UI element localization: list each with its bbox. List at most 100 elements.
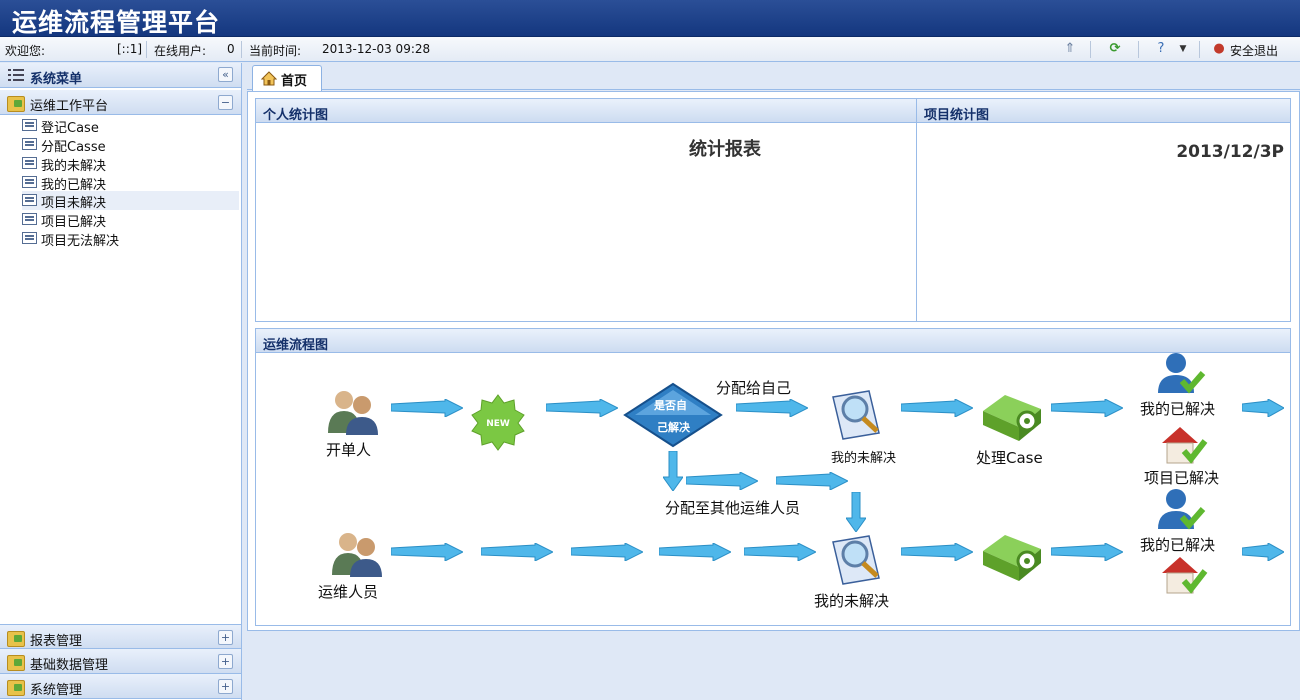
sidebar-group-label: 报表管理 bbox=[30, 634, 83, 649]
footer-area bbox=[247, 631, 1300, 700]
flow-arrow-icon bbox=[1051, 399, 1123, 417]
new-badge-icon: NEW bbox=[471, 394, 525, 451]
divider bbox=[146, 41, 147, 58]
app-title: 运维流程管理平台 bbox=[12, 8, 221, 37]
panel-header: 运维流程图 bbox=[256, 329, 1290, 353]
flow-arrow-down-icon bbox=[846, 492, 866, 532]
sidebar-item-label: 项目无法解决 bbox=[41, 234, 120, 249]
flow-arrow-icon bbox=[686, 472, 758, 490]
sidebar-group-ops-platform[interactable]: 运维工作平台 − bbox=[0, 90, 241, 115]
flow-arrow-icon bbox=[546, 399, 618, 417]
users-icon bbox=[328, 391, 378, 435]
sidebar-item-project-resolved[interactable]: 项目已解决 bbox=[22, 210, 239, 230]
list-icon bbox=[22, 194, 37, 206]
panel-title: 项目统计图 bbox=[924, 108, 990, 123]
flow-arrow-icon bbox=[571, 543, 643, 561]
divider bbox=[1090, 41, 1091, 58]
collapse-group-button[interactable]: − bbox=[218, 95, 233, 110]
tab-home[interactable]: 首页 bbox=[252, 65, 322, 91]
main-content: 个人统计图 统计报表 项目统计图 2013/12/3P 运维流程图 开单人 NE… bbox=[247, 91, 1300, 631]
flow-arrow-icon bbox=[1242, 543, 1284, 561]
flow-arrow-icon bbox=[481, 543, 553, 561]
sidebar-item-project-unresolved[interactable]: 项目未解决 bbox=[22, 191, 239, 211]
gear-box-icon bbox=[983, 535, 1041, 581]
sidebar: 系统菜单 « 运维工作平台 − 登记Case 分配Casse 我的未解决 我的已… bbox=[0, 63, 242, 700]
my-resolved-label-1: 我的已解决 bbox=[1140, 400, 1216, 418]
help-icon[interactable]: ? bbox=[1152, 40, 1170, 58]
assign-other-label: 分配至其他运维人员 bbox=[665, 499, 801, 517]
users-icon bbox=[332, 533, 382, 577]
panel-header: 项目统计图 bbox=[917, 99, 1290, 123]
decision-text-line2: 己解决 bbox=[657, 421, 690, 434]
project-resolved-label: 项目已解决 bbox=[1144, 469, 1220, 487]
refresh-icon[interactable]: ⟳ bbox=[1106, 40, 1124, 58]
sidebar-item-label: 分配Casse bbox=[41, 140, 106, 155]
sidebar-title-bar: 系统菜单 « bbox=[0, 63, 241, 88]
panel-header: 个人统计图 bbox=[256, 99, 916, 123]
handle-case-label: 处理Case bbox=[976, 449, 1043, 467]
flow-arrow-icon bbox=[736, 399, 808, 417]
sidebar-group-system[interactable]: 系统管理 + bbox=[0, 674, 241, 699]
sidebar-item-label: 项目已解决 bbox=[41, 215, 107, 230]
sidebar-item-my-resolved[interactable]: 我的已解决 bbox=[22, 173, 239, 193]
menu-list-icon bbox=[8, 69, 24, 81]
list-icon bbox=[22, 119, 37, 131]
tab-label: 首页 bbox=[281, 74, 308, 89]
new-badge-text: NEW bbox=[486, 419, 510, 429]
project-chart-title: 2013/12/3P bbox=[1176, 142, 1284, 162]
flow-arrow-icon bbox=[901, 543, 973, 561]
sidebar-item-assign-case[interactable]: 分配Casse bbox=[22, 135, 239, 155]
flow-arrow-icon bbox=[1051, 543, 1123, 561]
my-unresolved-label-2: 我的未解决 bbox=[814, 592, 890, 610]
flow-arrow-icon bbox=[1242, 399, 1284, 417]
sidebar-group-reports[interactable]: 报表管理 + bbox=[0, 624, 241, 649]
time-label: 当前时间: bbox=[249, 44, 302, 58]
folder-icon bbox=[7, 96, 25, 112]
list-icon bbox=[22, 213, 37, 225]
magnifier-document-icon bbox=[832, 390, 880, 440]
online-label: 在线用户: bbox=[154, 44, 207, 58]
sidebar-group-label: 基础数据管理 bbox=[30, 658, 109, 673]
user-check-icon bbox=[1158, 489, 1206, 530]
flow-arrow-icon bbox=[391, 543, 463, 561]
assign-self-label: 分配给自己 bbox=[716, 379, 792, 397]
decision-text-line1: 是否自 bbox=[654, 399, 687, 412]
house-check-icon bbox=[1162, 427, 1208, 464]
divider bbox=[241, 41, 242, 58]
list-icon bbox=[22, 138, 37, 150]
opener-label: 开单人 bbox=[326, 441, 372, 459]
expand-group-button[interactable]: + bbox=[218, 679, 233, 694]
house-check-icon bbox=[1162, 557, 1208, 594]
user-logout-icon[interactable]: ● bbox=[1210, 40, 1228, 58]
sidebar-item-project-unsolvable[interactable]: 项目无法解决 bbox=[22, 229, 239, 249]
collapse-sidebar-button[interactable]: « bbox=[218, 67, 233, 82]
my-resolved-label-2: 我的已解决 bbox=[1140, 536, 1216, 554]
divider bbox=[1138, 41, 1139, 58]
sidebar-item-register-case[interactable]: 登记Case bbox=[22, 116, 239, 136]
ops-staff-label: 运维人员 bbox=[318, 583, 379, 601]
folder-icon bbox=[7, 655, 25, 671]
flow-panel: 运维流程图 开单人 NEW 是否自 己解决 分配给自己 我的未解决 处理Case… bbox=[255, 328, 1291, 626]
expand-group-button[interactable]: + bbox=[218, 630, 233, 645]
sidebar-item-label: 项目未解决 bbox=[41, 196, 107, 211]
expand-group-button[interactable]: + bbox=[218, 654, 233, 669]
logout-button[interactable]: 安全退出 bbox=[1230, 42, 1278, 59]
folder-icon bbox=[7, 680, 25, 696]
flow-arrow-icon bbox=[776, 472, 848, 490]
decision-diamond-icon bbox=[623, 382, 723, 448]
sidebar-group-label: 系统管理 bbox=[30, 683, 83, 698]
project-stats-panel: 项目统计图 2013/12/3P bbox=[916, 98, 1291, 322]
sidebar-group-base-data[interactable]: 基础数据管理 + bbox=[0, 649, 241, 674]
sidebar-item-my-unresolved[interactable]: 我的未解决 bbox=[22, 154, 239, 174]
collapse-header-icon[interactable]: ⇑ bbox=[1061, 40, 1079, 58]
tab-bar: 首页 bbox=[247, 63, 1300, 91]
sidebar-item-label: 我的未解决 bbox=[41, 159, 107, 174]
user-ip: [::1] bbox=[117, 42, 143, 56]
online-count: 0 bbox=[227, 42, 235, 56]
list-icon bbox=[22, 157, 37, 169]
time-value: 2013-12-03 09:28 bbox=[322, 42, 431, 56]
flow-arrow-down-icon bbox=[663, 451, 683, 491]
chevron-down-icon[interactable]: ▼ bbox=[1174, 40, 1192, 58]
user-check-icon bbox=[1158, 353, 1206, 394]
panel-title: 运维流程图 bbox=[263, 338, 329, 353]
